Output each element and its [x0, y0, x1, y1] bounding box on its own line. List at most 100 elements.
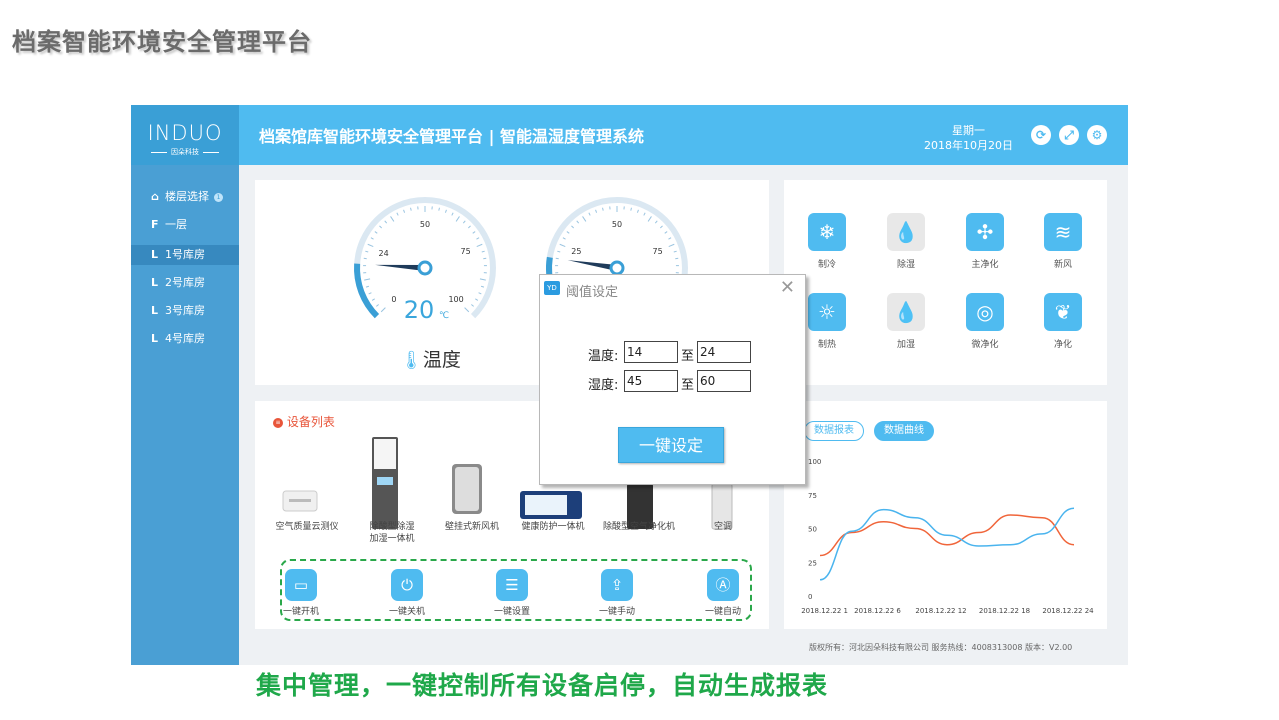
refresh-icon[interactable]: ⟳: [1031, 125, 1051, 145]
control-label: 主净化: [971, 260, 999, 270]
tree-mark-icon: L: [151, 304, 159, 317]
device-item[interactable]: 除酸型除湿 加湿一体机: [352, 521, 432, 545]
gauge-tick: [451, 212, 454, 216]
device-name: 空调: [713, 522, 732, 532]
snowflake-icon: ❄: [808, 213, 846, 251]
y-tick-label: 25: [808, 559, 817, 567]
x-tick-label: 2018.12.22 6: [854, 607, 901, 615]
slide-caption: 集中管理，一键控制所有设备启停，自动生成报表: [256, 671, 829, 700]
temperature-field-label: 温度:: [588, 349, 619, 364]
y-tick-label: 50: [808, 526, 817, 534]
sidebar-item[interactable]: L 1号库房: [131, 245, 239, 265]
ring-icon: ◎: [966, 293, 1004, 331]
control-droplets[interactable]: 💧 加湿: [881, 293, 931, 350]
device-name: 健康防护一体机: [521, 522, 585, 532]
humidity-max-input[interactable]: [697, 370, 751, 392]
home-icon: ⌂: [151, 190, 159, 203]
device-item[interactable]: 空气质量云测仪: [267, 521, 347, 533]
wind-icon: ≋: [1044, 213, 1082, 251]
sidebar-item[interactable]: L 3号库房: [131, 301, 239, 321]
control-snowflake[interactable]: ❄ 制冷: [802, 213, 852, 270]
gauge-tick: [376, 304, 379, 307]
one-click-actions: ▭ 一键开机 ⏻ 一键关机 ☰ 一键设置 ⇪ 一键手动 Ⓐ 一键自动: [280, 559, 752, 621]
x-tick-label: 2018.12.22 1: [801, 607, 848, 615]
dialog-logo-icon: YD: [544, 281, 560, 295]
tree-mark-icon: L: [151, 248, 159, 261]
gauge-tick: [595, 209, 598, 213]
action-sliders[interactable]: ☰ 一键设置: [482, 569, 542, 617]
settings-icon[interactable]: ⚙: [1087, 125, 1107, 145]
sidebar-item[interactable]: L 2号库房: [131, 273, 239, 293]
auto-icon: Ⓐ: [707, 569, 739, 601]
gauge-tick-label: 0: [391, 295, 396, 304]
y-tick-label: 75: [808, 492, 817, 500]
device-name: 壁挂式新风机: [444, 522, 499, 532]
brand-sub: 因朵科技: [171, 148, 199, 156]
device-list-title: ≡ 设备列表: [273, 413, 335, 430]
device-item[interactable]: 除酸型空气净化机: [599, 521, 679, 533]
slide-title: 档案智能环境安全管理平台: [12, 28, 312, 56]
sidebar-item[interactable]: ⌂ 楼层选择 1: [131, 187, 239, 207]
control-label: 制冷: [817, 260, 836, 270]
to-label: 至: [681, 349, 695, 364]
sidebar-item[interactable]: L 4号库房: [131, 329, 239, 349]
sidebar: ⌂ 楼层选择 1 F 一层 L 1号库房 L 2号库房 L 3号库房 L 4号库房: [131, 165, 239, 665]
logo: INDUO 因朵科技: [131, 105, 239, 165]
device-item[interactable]: 壁挂式新风机: [432, 521, 512, 533]
wall-fan-image: [452, 464, 482, 514]
droplet-off-icon: 💧: [887, 213, 925, 251]
chart-panel: 数据报表 数据曲线 0 25 50 75 100 2018.12.22 1 2018.12.2…: [784, 401, 1107, 629]
gauge-tick: [384, 220, 388, 224]
gauge-fill: [354, 263, 380, 319]
action-power[interactable]: ⏻ 一键关机: [377, 569, 437, 617]
date-display: 星期一 2018年10月20日: [921, 123, 1016, 153]
action-label: 一键开机: [282, 607, 319, 617]
close-icon[interactable]: ✕: [780, 277, 795, 298]
gauge-tick: [364, 278, 371, 281]
gauge-tick: [370, 237, 374, 240]
upload-icon: ⇪: [601, 569, 633, 601]
x-tick-label: 2018.12.22 18: [979, 607, 1030, 615]
humidity-min-input[interactable]: [624, 370, 678, 392]
temperature-min-input[interactable]: [624, 341, 678, 363]
action-monitor[interactable]: ▭ 一键开机: [271, 569, 331, 617]
sidebar-item-label: 1号库房: [165, 248, 205, 261]
sidebar-item[interactable]: F 一层: [131, 215, 239, 235]
gauge-tick-label: 24: [379, 249, 389, 258]
tree-mark-icon: L: [151, 276, 159, 289]
fan-icon: ✣: [966, 213, 1004, 251]
expand-icon[interactable]: ⤢: [1059, 125, 1079, 145]
gauge-tick: [571, 225, 575, 229]
gauge: 0 24 50 75 100 20 ℃: [354, 197, 496, 324]
device-item[interactable]: 空调: [683, 521, 763, 533]
gauge-tick-label: 100: [448, 295, 463, 304]
device-item[interactable]: 健康防护一体机: [513, 521, 593, 533]
submit-setting-button[interactable]: 一键设定: [618, 427, 724, 463]
y-tick-label: 100: [808, 458, 821, 466]
control-droplet-off[interactable]: 💧 除湿: [881, 213, 931, 270]
gauge-tick: [588, 212, 591, 216]
gauge-tick: [444, 209, 447, 213]
gauge-tick: [557, 250, 561, 253]
action-label: 一键自动: [704, 607, 741, 617]
dehumidifier-image: [372, 437, 398, 529]
gauge-tick: [396, 212, 399, 216]
control-fan[interactable]: ✣ 主净化: [960, 213, 1010, 270]
temperature-max-input[interactable]: [697, 341, 751, 363]
action-label: 一键设置: [493, 607, 530, 617]
action-upload[interactable]: ⇪ 一键手动: [587, 569, 647, 617]
control-sun[interactable]: ☼ 制热: [802, 293, 852, 350]
thermometer-icon: 🌡: [400, 350, 423, 371]
gauge-hub: [417, 260, 433, 276]
sidebar-item-label: 楼层选择: [165, 190, 209, 203]
control-label: 除湿: [896, 260, 915, 270]
leaf-icon: ❦: [1044, 293, 1082, 331]
gauge-tick: [367, 243, 374, 248]
action-auto[interactable]: Ⓐ 一键自动: [693, 569, 753, 617]
control-leaf[interactable]: ❦ 净化: [1038, 293, 1088, 350]
control-wind[interactable]: ≋ 新风: [1038, 213, 1088, 270]
control-label: 加湿: [896, 340, 915, 350]
control-ring[interactable]: ◎ 微净化: [960, 293, 1010, 350]
gauge-tick: [374, 231, 378, 234]
sliders-icon: ☰: [496, 569, 528, 601]
